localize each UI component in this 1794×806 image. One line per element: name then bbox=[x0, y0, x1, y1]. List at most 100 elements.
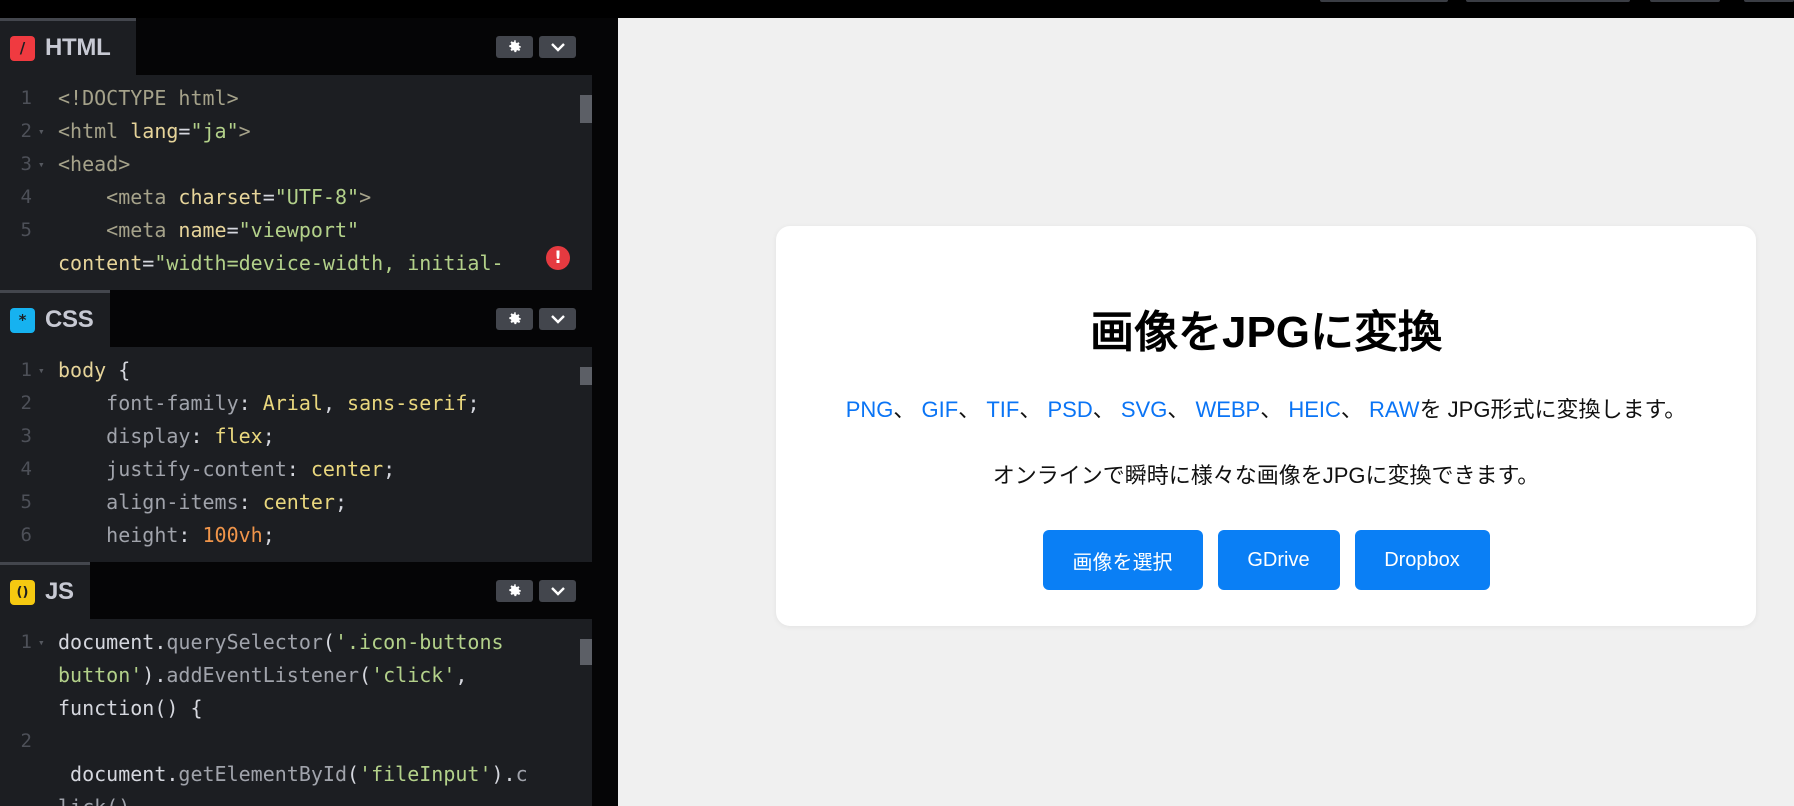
code-line[interactable]: 2 bbox=[0, 725, 580, 758]
html-collapse-button[interactable] bbox=[539, 36, 576, 58]
format-link[interactable]: PNG bbox=[846, 397, 894, 422]
code-text: display: flex; bbox=[58, 420, 275, 453]
format-link[interactable]: RAW bbox=[1369, 397, 1420, 422]
tab-css-label: CSS bbox=[45, 306, 94, 333]
code-token: lick() bbox=[58, 795, 130, 806]
code-token: { bbox=[106, 358, 131, 382]
line-number: 5 bbox=[20, 219, 32, 241]
gdrive-button[interactable]: GDrive bbox=[1217, 530, 1340, 590]
fold-arrow-icon[interactable]: ▾ bbox=[38, 354, 45, 387]
tab-js[interactable]: () JS bbox=[0, 562, 90, 619]
code-token: ). bbox=[491, 762, 516, 786]
select-image-button[interactable]: 画像を選択 bbox=[1042, 530, 1203, 590]
code-token: ( bbox=[347, 762, 360, 786]
code-token: > bbox=[238, 119, 251, 143]
code-token: '.icon-buttons bbox=[334, 630, 504, 654]
code-line[interactable]: 1 <!DOCTYPE html> bbox=[0, 82, 580, 115]
line-number: 1 bbox=[20, 87, 32, 109]
gear-icon bbox=[508, 40, 521, 53]
format-separator: 、 bbox=[1340, 397, 1370, 422]
top-bar-button[interactable] bbox=[1320, 0, 1448, 2]
code-text: font-family: Arial, sans-serif; bbox=[58, 387, 480, 420]
code-line[interactable]: 3 display: flex; bbox=[0, 420, 580, 453]
format-link[interactable]: WEBP bbox=[1195, 397, 1260, 422]
code-line[interactable]: 5 <meta name="viewport" bbox=[0, 214, 580, 247]
code-line[interactable]: 3 ▾ <head> bbox=[0, 148, 580, 181]
fold-arrow-icon[interactable]: ▾ bbox=[38, 148, 45, 181]
code-token: align-items bbox=[58, 490, 239, 514]
code-line[interactable]: 4 <meta charset="UTF-8"> bbox=[0, 181, 580, 214]
format-separator: 、 bbox=[958, 397, 987, 422]
code-token: > bbox=[359, 185, 372, 209]
code-token: body bbox=[58, 358, 107, 382]
code-line[interactable]: 2 font-family: Arial, sans-serif; bbox=[0, 387, 580, 420]
html-settings-button[interactable] bbox=[496, 36, 533, 58]
fold-arrow-icon[interactable]: ▾ bbox=[38, 115, 45, 148]
top-bar-button[interactable] bbox=[1650, 0, 1720, 2]
js-scrollbar[interactable] bbox=[580, 619, 592, 806]
error-icon[interactable]: ! bbox=[546, 246, 570, 270]
dropbox-button[interactable]: Dropbox bbox=[1354, 530, 1490, 590]
css-settings-button[interactable] bbox=[496, 308, 533, 330]
css-scrollbar[interactable] bbox=[580, 347, 592, 562]
code-text: body { bbox=[58, 354, 130, 387]
chevron-down-icon bbox=[550, 43, 565, 52]
css-collapse-button[interactable] bbox=[539, 308, 576, 330]
code-line[interactable]: lick() bbox=[0, 791, 580, 806]
code-line[interactable]: function() { bbox=[0, 692, 580, 725]
code-token: ; bbox=[262, 523, 275, 547]
format-list: PNG、 GIF、 TIF、 PSD、 SVG、 WEBP、 HEIC、 RAW… bbox=[776, 392, 1756, 424]
code-line[interactable]: document.getElementById('fileInput').c bbox=[0, 758, 580, 791]
code-line[interactable]: 1 ▾ body { bbox=[0, 354, 580, 387]
resize-divider[interactable] bbox=[592, 18, 618, 806]
html-editor-panel: / HTML 1 <!DOCTYPE html> 2 ▾ <html lang="ja"… bbox=[0, 18, 592, 290]
code-line[interactable]: 6 height: 100vh; bbox=[0, 519, 580, 552]
fold-arrow-icon[interactable]: ▾ bbox=[38, 626, 45, 659]
code-text: justify-content: center; bbox=[58, 453, 395, 486]
format-link[interactable]: GIF bbox=[922, 397, 959, 422]
html-scroll-thumb[interactable] bbox=[580, 95, 592, 123]
code-line[interactable]: content="width=device-width, initial- bbox=[0, 247, 580, 280]
code-token: center bbox=[310, 457, 384, 481]
html-code-area[interactable]: 1 <!DOCTYPE html> 2 ▾ <html lang="ja"> 3 ▾ <hea… bbox=[0, 82, 592, 290]
html-panel-header: / HTML bbox=[0, 18, 592, 75]
code-token: ; bbox=[467, 391, 480, 415]
code-line[interactable]: 1 ▾ document.querySelector('.icon-buttons bbox=[0, 626, 580, 659]
format-separator: 、 bbox=[1019, 397, 1048, 422]
code-token: , bbox=[322, 391, 348, 415]
format-link[interactable]: SVG bbox=[1121, 397, 1167, 422]
gear-icon bbox=[508, 312, 521, 325]
js-panel-header: () JS bbox=[0, 562, 592, 619]
top-bar-button[interactable] bbox=[1466, 0, 1630, 2]
code-line[interactable]: button').addEventListener('click', bbox=[0, 659, 580, 692]
tab-html[interactable]: / HTML bbox=[0, 18, 136, 75]
html-scrollbar[interactable] bbox=[580, 75, 592, 290]
js-scroll-thumb[interactable] bbox=[580, 639, 592, 665]
format-link[interactable]: TIF bbox=[986, 397, 1019, 422]
code-token: : bbox=[178, 523, 203, 547]
code-line[interactable]: 4 justify-content: center; bbox=[0, 453, 580, 486]
js-icon: () bbox=[10, 579, 35, 605]
code-token: name bbox=[178, 218, 227, 242]
code-token: content bbox=[58, 251, 143, 275]
css-panel-header: * CSS bbox=[0, 290, 592, 347]
line-number: 2 bbox=[20, 392, 32, 414]
code-line[interactable]: 2 ▾ <html lang="ja"> bbox=[0, 115, 580, 148]
css-code-area[interactable]: 1 ▾ body {2 font-family: Arial, sans-serif… bbox=[0, 354, 592, 562]
format-link[interactable]: PSD bbox=[1047, 397, 1092, 422]
css-editor-panel: * CSS 1 ▾ body {2 font-family: Arial, sans… bbox=[0, 290, 592, 562]
code-line[interactable]: 5 align-items: center; bbox=[0, 486, 580, 519]
code-token: = bbox=[142, 251, 155, 275]
css-scroll-thumb[interactable] bbox=[580, 367, 592, 385]
js-settings-button[interactable] bbox=[496, 580, 533, 602]
code-text: <meta name="viewport" bbox=[58, 214, 359, 247]
code-token: document bbox=[58, 762, 167, 786]
top-bar-button[interactable] bbox=[1744, 0, 1794, 2]
format-link[interactable]: HEIC bbox=[1288, 397, 1341, 422]
js-code-area[interactable]: 1 ▾ document.querySelector('.icon-buttons b… bbox=[0, 626, 592, 806]
line-number: 3 bbox=[20, 425, 32, 447]
chevron-down-icon bbox=[550, 315, 565, 324]
subtitle: オンラインで瞬時に様々な画像をJPGに変換できます。 bbox=[992, 463, 1540, 488]
js-collapse-button[interactable] bbox=[539, 580, 576, 602]
tab-css[interactable]: * CSS bbox=[0, 290, 110, 347]
